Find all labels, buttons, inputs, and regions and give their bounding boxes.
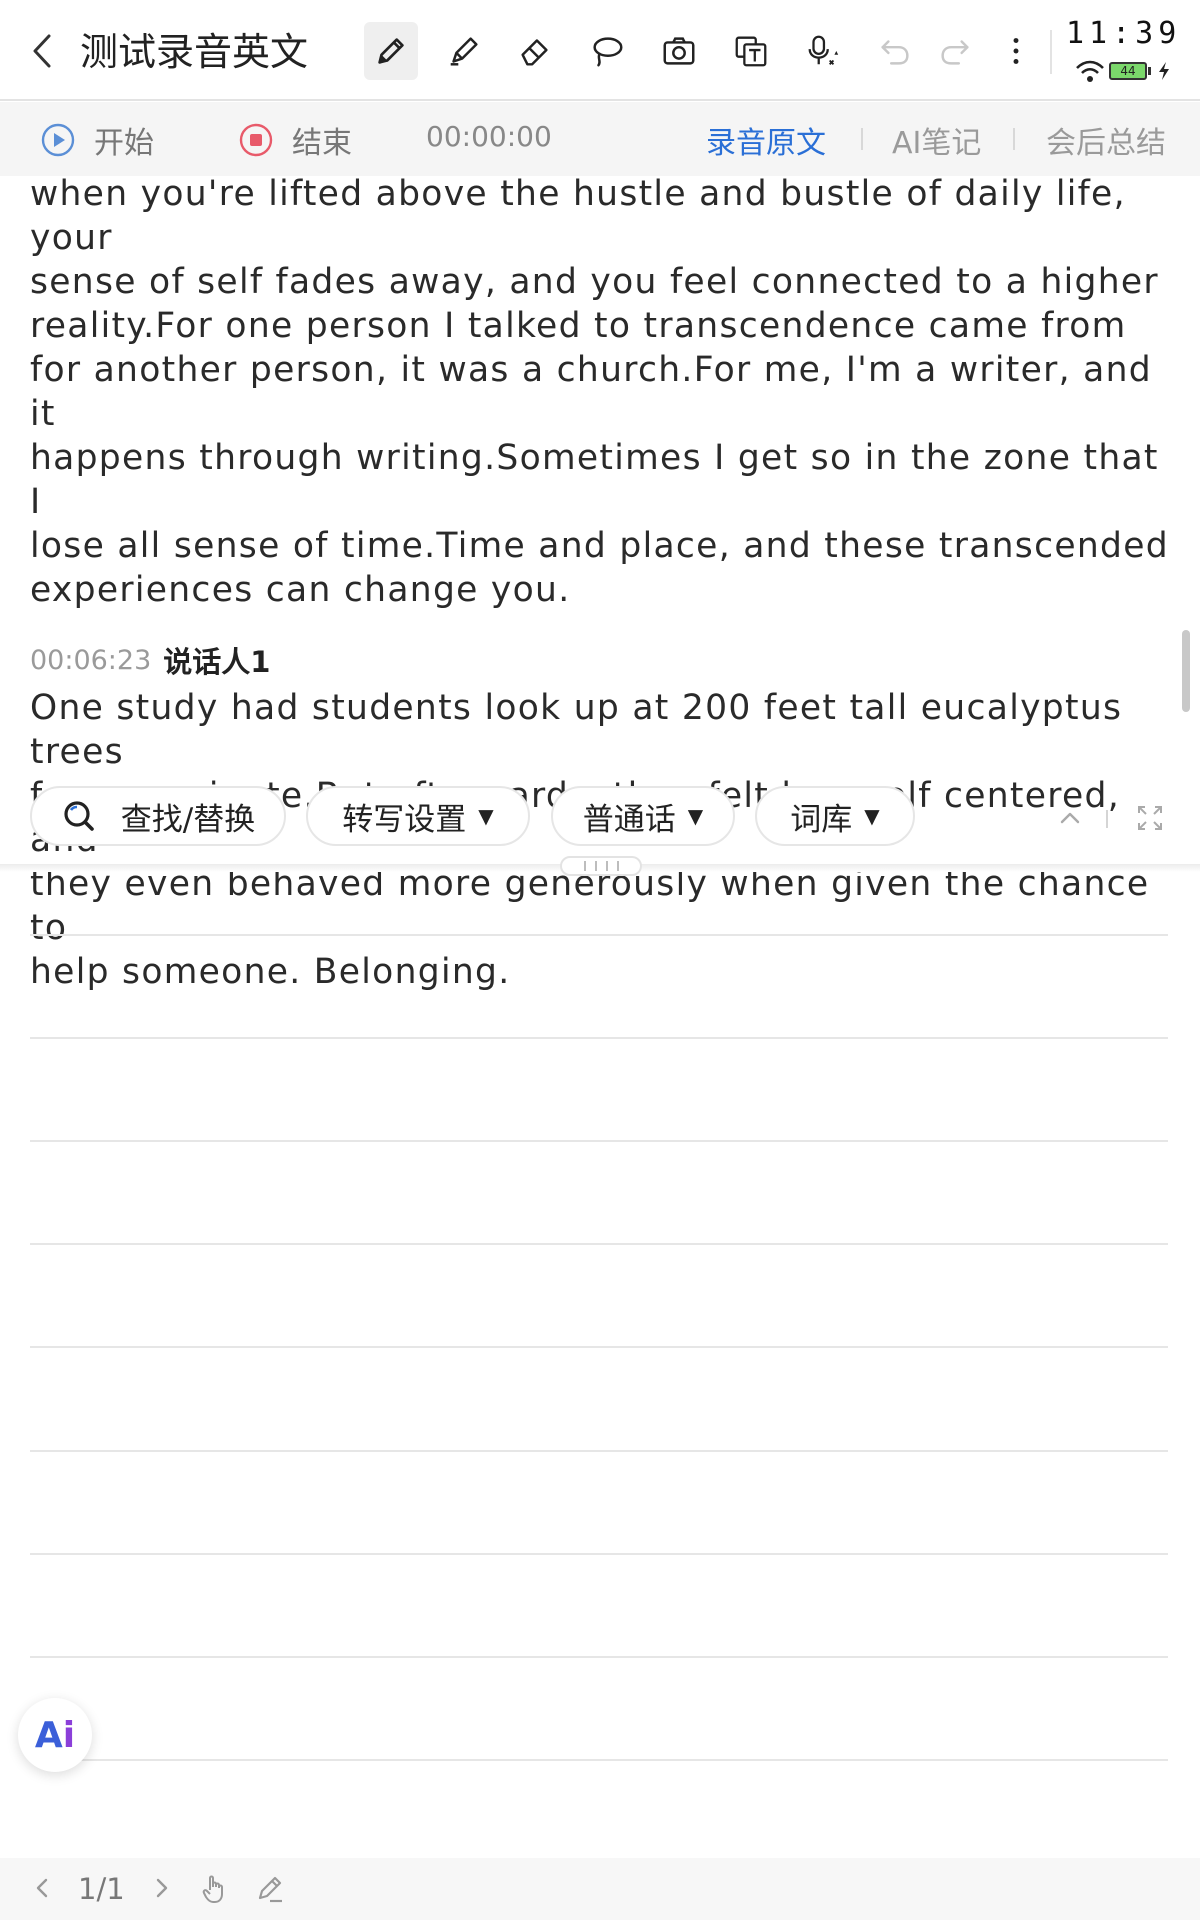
- find-replace-label: 查找/替换: [120, 801, 256, 838]
- status-icons: 44: [1075, 58, 1175, 84]
- ruled-line: [30, 1656, 1168, 1658]
- ruled-line: [30, 1346, 1168, 1348]
- caret-down-icon: ▼: [478, 804, 494, 828]
- status-clock: 11:39: [1066, 16, 1182, 51]
- toolbar-divider: [1050, 30, 1052, 74]
- transcribe-settings-label: 转写设置: [342, 801, 467, 838]
- wifi-icon: [1076, 60, 1104, 82]
- ruled-line: [30, 1759, 1168, 1761]
- transcript-paragraph: when you're lifted above the hustle and …: [30, 174, 1169, 610]
- bottom-bar: 1/1: [0, 1858, 1200, 1920]
- document-title[interactable]: 测试录音英文: [80, 26, 308, 78]
- pen-icon[interactable]: [364, 22, 418, 80]
- controls-divider: [1106, 810, 1108, 828]
- language-dropdown[interactable]: 普通话 ▼: [551, 786, 735, 846]
- tab-divider: [861, 128, 863, 150]
- top-toolbar: 测试录音英文 11:39 44: [0, 0, 1200, 101]
- ruled-line: [30, 1243, 1168, 1245]
- ruled-line: [30, 1450, 1168, 1452]
- eraser-icon[interactable]: [508, 22, 562, 80]
- next-page-icon[interactable]: [146, 1872, 178, 1904]
- stop-label: 结束: [292, 126, 352, 161]
- battery-icon: 44: [1109, 62, 1147, 80]
- transcript-entry-header: 00:06:23 说话人1: [30, 634, 1180, 686]
- panel-resize-handle[interactable]: [560, 856, 642, 876]
- recording-timer: 00:00:00: [426, 120, 552, 153]
- back-icon[interactable]: [22, 28, 62, 74]
- search-icon: [64, 801, 94, 831]
- start-label: 开始: [94, 126, 154, 161]
- ruled-line: [30, 1553, 1168, 1555]
- caret-down-icon: ▼: [687, 804, 704, 828]
- start-recording-button[interactable]: 开始: [40, 118, 154, 162]
- stop-recording-button[interactable]: 结束: [238, 118, 352, 162]
- caret-down-icon: ▼: [864, 804, 880, 828]
- speaker-name[interactable]: 说话人1: [163, 639, 270, 681]
- prev-page-icon[interactable]: [26, 1872, 58, 1904]
- play-icon: [41, 123, 75, 157]
- fullscreen-icon[interactable]: [1134, 802, 1166, 834]
- lexicon-label: 词库: [790, 801, 853, 838]
- stop-icon: [239, 123, 273, 157]
- lexicon-dropdown[interactable]: 词库 ▼: [755, 786, 915, 846]
- ai-assistant-button[interactable]: Ai: [18, 1698, 92, 1772]
- transcript-scrollbar[interactable]: [1182, 630, 1190, 712]
- transcript-controls: 查找/替换 转写设置 ▼ 普通话 ▼ 词库 ▼: [0, 780, 1200, 852]
- tab-transcript[interactable]: 录音原文: [706, 118, 826, 162]
- ruled-line: [30, 934, 1168, 936]
- tab-meeting-summary[interactable]: 会后总结: [1046, 118, 1166, 162]
- recording-bar: [0, 102, 1200, 176]
- page-indicator: 1/1: [78, 1872, 125, 1906]
- find-replace-button[interactable]: 查找/替换: [30, 786, 286, 846]
- ruled-line: [30, 1140, 1168, 1142]
- tab-divider: [1013, 128, 1015, 150]
- edit-pen-icon[interactable]: [254, 1872, 286, 1904]
- more-icon[interactable]: [989, 22, 1043, 80]
- entry-timestamp[interactable]: 00:06:23: [30, 645, 151, 676]
- lasso-icon[interactable]: [580, 22, 634, 80]
- battery-tip: [1148, 67, 1151, 75]
- undo-icon[interactable]: [868, 22, 922, 80]
- camera-icon[interactable]: [652, 22, 706, 80]
- transcribe-settings-dropdown[interactable]: 转写设置 ▼: [306, 786, 530, 846]
- highlighter-icon[interactable]: [437, 22, 491, 80]
- collapse-up-icon[interactable]: [1054, 802, 1086, 834]
- tab-ai-notes[interactable]: AI笔记: [892, 118, 981, 162]
- voice-input-icon[interactable]: [796, 22, 850, 80]
- charging-icon: [1159, 62, 1169, 80]
- ruled-line: [30, 1037, 1168, 1039]
- hand-tool-icon[interactable]: [198, 1872, 230, 1904]
- text-recognition-icon[interactable]: [724, 22, 778, 80]
- language-label: 普通话: [582, 801, 676, 838]
- redo-icon[interactable]: [928, 22, 982, 80]
